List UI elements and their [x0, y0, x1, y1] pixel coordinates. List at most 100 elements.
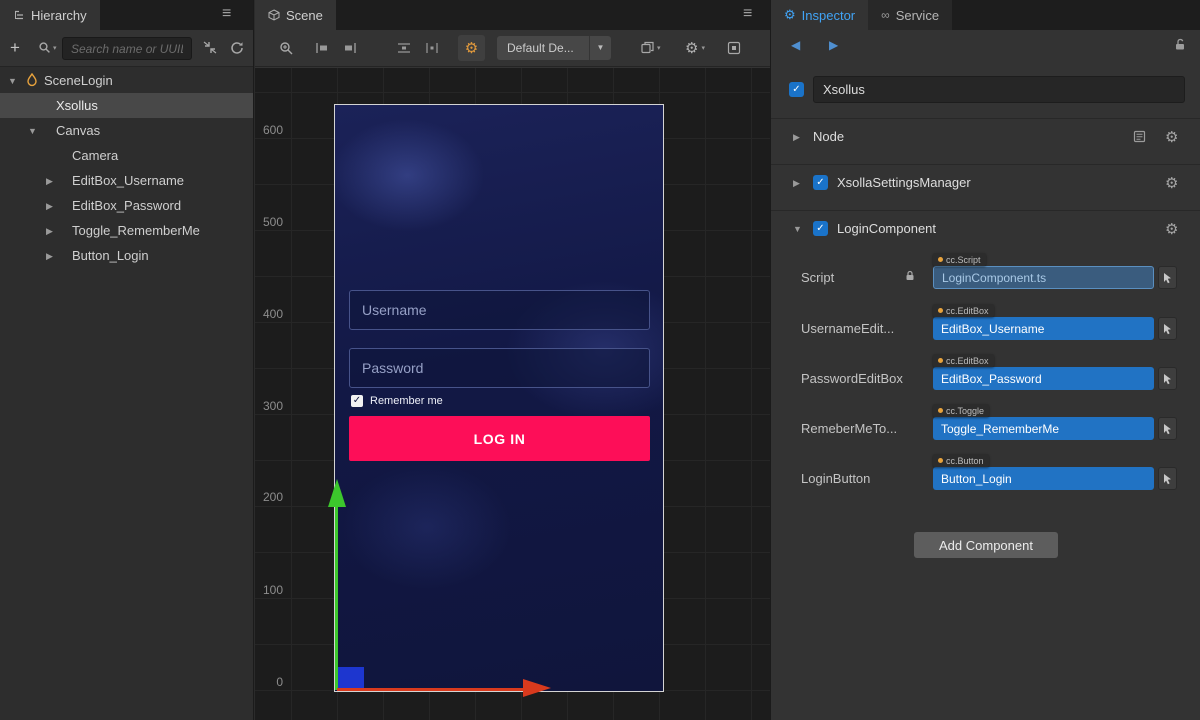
hierarchy-menu-icon[interactable]: ≡: [222, 5, 231, 23]
password-field[interactable]: Password: [349, 348, 650, 388]
component-enabled-checkbox[interactable]: ✓: [813, 175, 828, 190]
ruler-label: 200: [257, 490, 283, 504]
cocos-creator-editor: Hierarchy ≡ + ▾ ▼ SceneLo: [0, 0, 1200, 720]
locate-node-icon[interactable]: [1158, 467, 1177, 490]
login-form-canvas[interactable]: Username Password ✓ Remember me LOG IN: [334, 104, 664, 692]
password-placeholder: Password: [362, 360, 423, 376]
section-xsolla-settings-manager[interactable]: ▶ ✓ XsollaSettingsManager ⚙: [771, 164, 1200, 200]
tree-row-editbox-password[interactable]: ▶ EditBox_Password: [0, 193, 253, 218]
tree-row-camera[interactable]: Camera: [0, 143, 253, 168]
search-filter-caret-icon: ▾: [53, 44, 57, 52]
flame-icon: [26, 73, 38, 87]
x-axis-arrow-icon[interactable]: [523, 679, 551, 697]
history-forward-icon[interactable]: ▶: [829, 38, 838, 52]
locate-node-icon[interactable]: [1158, 417, 1177, 440]
script-field[interactable]: LoginComponent.ts: [933, 266, 1154, 289]
node-name-input[interactable]: [813, 76, 1185, 103]
add-component-label: Add Component: [939, 538, 1033, 553]
frame-selection-icon[interactable]: [727, 41, 741, 55]
ruler-label: 500: [257, 215, 283, 229]
tree-label: Button_Login: [72, 248, 149, 263]
expand-arrow-icon[interactable]: ▶: [46, 251, 53, 262]
username-field[interactable]: Username: [349, 290, 650, 330]
expand-arrow-icon[interactable]: ▶: [46, 226, 53, 237]
tree-row-editbox-username[interactable]: ▶ EditBox_Username: [0, 168, 253, 193]
scene-viewport[interactable]: 600 500 400 300 200 100 0 Username Passw…: [255, 68, 770, 720]
tab-hierarchy[interactable]: Hierarchy: [0, 0, 100, 30]
y-axis-gizmo[interactable]: [335, 506, 338, 690]
tab-service[interactable]: ∞ Service: [868, 0, 952, 30]
login-button-ref[interactable]: Button_Login: [933, 467, 1154, 490]
tree-row-scenelogin[interactable]: ▼ SceneLogin: [0, 68, 253, 93]
locate-node-icon[interactable]: [1158, 367, 1177, 390]
y-axis-arrow-icon[interactable]: [328, 479, 346, 507]
align-right-icon[interactable]: [343, 42, 357, 54]
history-back-icon[interactable]: ◀: [791, 38, 800, 52]
badge-dot-icon: [938, 458, 943, 463]
tab-service-label: Service: [896, 8, 939, 23]
component-gear-icon[interactable]: ⚙: [1165, 220, 1178, 238]
component-type-badge: cc.EditBox: [933, 304, 994, 317]
locate-node-icon[interactable]: [1158, 317, 1177, 340]
tree-row-toggle-rememberme[interactable]: ▶ Toggle_RememberMe: [0, 218, 253, 243]
expand-arrow-icon[interactable]: ▶: [46, 176, 53, 187]
hierarchy-icon: [13, 9, 25, 21]
add-node-button[interactable]: +: [10, 38, 20, 58]
service-icon: ∞: [881, 8, 890, 22]
remember-me-toggle[interactable]: ✓ Remember me: [351, 395, 443, 407]
tree-label: Camera: [72, 148, 118, 163]
rememberme-toggle-ref[interactable]: Toggle_RememberMe: [933, 417, 1154, 440]
tree-row-button-login[interactable]: ▶ Button_Login: [0, 243, 253, 268]
expand-arrow-icon[interactable]: ▼: [8, 76, 17, 86]
collapse-all-icon[interactable]: [203, 41, 217, 54]
inspector-gear-icon: ⚙: [784, 7, 796, 23]
node-settings-gear-icon[interactable]: ⚙: [1165, 128, 1178, 146]
tab-scene-label: Scene: [286, 8, 323, 23]
section-login-component[interactable]: ▼ ✓ LoginComponent ⚙: [771, 210, 1200, 246]
distribute-horizontal-icon[interactable]: [397, 42, 411, 54]
add-component-button[interactable]: Add Component: [914, 532, 1058, 558]
expand-arrow-icon[interactable]: ▶: [793, 178, 800, 189]
expand-arrow-icon[interactable]: ▼: [793, 224, 802, 234]
scene-cube-icon: [268, 9, 280, 21]
component-type-badge: cc.Button: [933, 454, 989, 467]
unlock-icon[interactable]: [1174, 38, 1186, 51]
login-button-label: LOG IN: [474, 431, 526, 447]
tab-inspector[interactable]: ⚙ Inspector: [771, 0, 868, 30]
section-settings-label: XsollaSettingsManager: [837, 175, 971, 190]
badge-dot-icon: [938, 358, 943, 363]
device-preview-dropdown[interactable]: Default De... ▼: [497, 36, 611, 60]
scene-menu-icon[interactable]: ≡: [743, 5, 752, 23]
locate-asset-icon[interactable]: [1158, 266, 1177, 289]
expand-arrow-icon[interactable]: ▶: [793, 132, 800, 143]
section-node[interactable]: ▶ Node ⚙: [771, 118, 1200, 154]
tree-row-xsollus[interactable]: Xsollus: [0, 93, 253, 118]
zoom-icon[interactable]: [279, 41, 294, 56]
tab-scene[interactable]: Scene: [255, 0, 336, 30]
expand-arrow-icon[interactable]: ▶: [46, 201, 53, 212]
section-login-component-label: LoginComponent: [837, 221, 936, 236]
password-editbox-ref[interactable]: EditBox_Password: [933, 367, 1154, 390]
ruler-label: 600: [257, 123, 283, 137]
node-active-checkbox[interactable]: ✓: [789, 82, 804, 97]
distribute-vertical-icon[interactable]: [425, 42, 439, 54]
chevron-down-icon: ▼: [589, 36, 611, 60]
duplicate-icon[interactable]: ▾: [641, 41, 661, 54]
scene-settings-gear-icon[interactable]: ⚙▾: [685, 39, 705, 57]
scene-light-icon[interactable]: ⚙: [458, 35, 485, 61]
x-axis-gizmo[interactable]: [337, 688, 523, 691]
component-gear-icon[interactable]: ⚙: [1165, 174, 1178, 192]
ruler-label: 0: [257, 675, 283, 689]
login-button[interactable]: LOG IN: [349, 416, 650, 461]
refresh-icon[interactable]: [230, 41, 244, 55]
component-enabled-checkbox[interactable]: ✓: [813, 221, 828, 236]
hierarchy-search-input[interactable]: [62, 37, 192, 60]
expand-arrow-icon[interactable]: ▼: [28, 126, 37, 136]
tab-inspector-label: Inspector: [802, 8, 855, 23]
search-filter-button[interactable]: ▾: [38, 41, 57, 54]
hierarchy-tabstrip: Hierarchy ≡: [0, 0, 253, 30]
node-doc-icon[interactable]: [1133, 130, 1146, 143]
align-left-icon[interactable]: [315, 42, 329, 54]
tree-row-canvas[interactable]: ▼ Canvas: [0, 118, 253, 143]
username-editbox-ref[interactable]: EditBox_Username: [933, 317, 1154, 340]
